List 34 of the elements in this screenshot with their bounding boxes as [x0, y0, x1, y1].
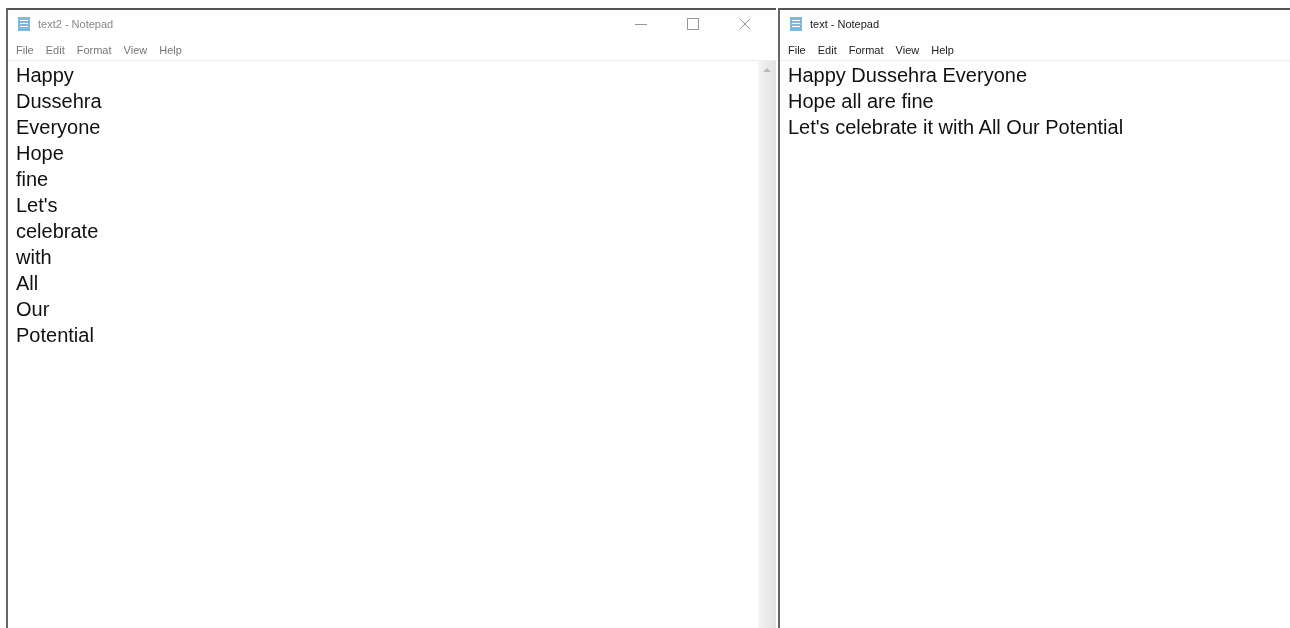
menu-item[interactable]: Help [931, 44, 954, 56]
text-line: Hope all are fine [788, 89, 935, 114]
text-line: Happy Dussehra Everyone [788, 63, 1028, 88]
text-line: fine [16, 167, 50, 192]
notepad-icon [788, 16, 804, 32]
menu-item[interactable]: View [123, 44, 148, 56]
text-line: Hope [16, 141, 65, 166]
window-title: text - Notepad [810, 18, 880, 30]
text-line: celebrate [16, 219, 100, 244]
maximize-icon [687, 18, 699, 30]
menu-item[interactable]: Format [76, 44, 112, 56]
close-icon [739, 18, 751, 30]
text-line: with [16, 245, 53, 270]
menu-item[interactable]: Edit [45, 44, 65, 56]
menu-item[interactable]: Edit [817, 44, 837, 56]
text-line: Happy [16, 63, 75, 88]
text-line: Let's [16, 193, 59, 218]
text-line: Let's celebrate it with All Our Potential [788, 115, 1125, 140]
menu-item[interactable]: File [16, 44, 34, 56]
vertical-scrollbar[interactable] [758, 61, 776, 628]
menu-item[interactable]: File [788, 44, 806, 56]
menu-item[interactable]: Format [848, 44, 884, 56]
text-area[interactable]: Happy Dussehra Everyone Hope all are fine Let's celebrate it with All Our Potential [780, 61, 1290, 628]
text-line: Everyone [16, 115, 102, 140]
menu-item[interactable]: Help [159, 44, 182, 56]
text-line: Dussehra [16, 89, 103, 114]
text-line: Our [16, 297, 51, 322]
scroll-up-arrow-icon [763, 67, 771, 73]
text-line: Potential [16, 323, 95, 348]
notepad-icon [16, 16, 32, 32]
text-line: All [16, 271, 40, 296]
text-area[interactable]: Happy Dussehra Everyone Hope fine Let's celebrate with All Our Potential [8, 61, 758, 628]
menu-item[interactable]: View [895, 44, 920, 56]
window-title: text2 - Notepad [38, 18, 114, 30]
